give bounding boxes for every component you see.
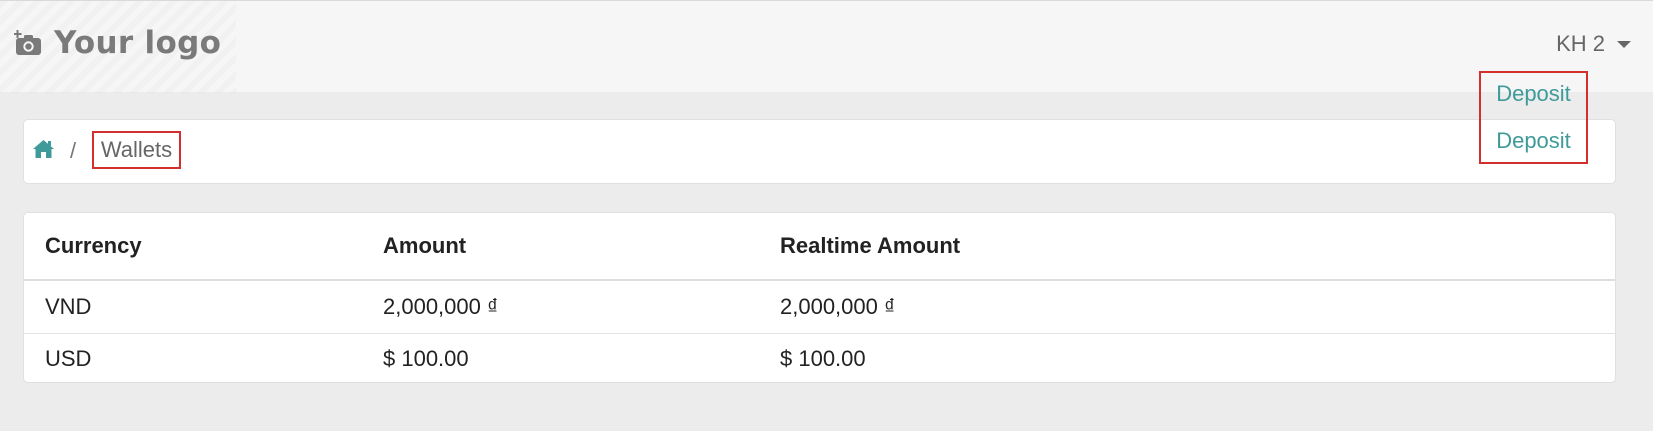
table-row: USD $ 100.00 $ 100.00	[24, 334, 1615, 382]
currency-cell: VND	[45, 294, 92, 319]
caret-down-icon	[1617, 40, 1631, 48]
wallets-table: Currency Amount Realtime Amount VND 2,00…	[23, 212, 1616, 383]
column-header-realtime-amount: Realtime Amount	[780, 233, 961, 258]
amount-cell: $ 100.00	[383, 346, 469, 371]
table-row: VND 2,000,000 ₫ 2,000,000 ₫	[24, 281, 1615, 334]
table-header-row: Currency Amount Realtime Amount	[24, 213, 1615, 281]
user-menu-dropdown[interactable]: KH 2	[1556, 31, 1631, 57]
amount-cell: 2,000,000 ₫	[383, 294, 499, 319]
logo-text: Your logo	[54, 25, 222, 61]
breadcrumb: / Wallets	[23, 119, 1616, 184]
currency-cell: USD	[45, 346, 92, 371]
deposit-link-usd[interactable]: Deposit	[1479, 118, 1588, 164]
user-menu-label: KH 2	[1556, 31, 1605, 56]
column-header-amount: Amount	[383, 233, 467, 258]
logo[interactable]: Your logo	[14, 25, 221, 61]
column-header-currency: Currency	[45, 233, 142, 258]
deposit-link-vnd[interactable]: Deposit	[1479, 71, 1588, 117]
top-navbar: Your logo KH 2	[0, 0, 1653, 93]
breadcrumb-current-wallets: Wallets	[92, 131, 181, 169]
camera-icon	[14, 29, 44, 57]
home-icon[interactable]	[33, 140, 54, 163]
realtime-amount-cell: 2,000,000 ₫	[780, 294, 896, 319]
breadcrumb-separator: /	[70, 138, 77, 163]
realtime-amount-cell: $ 100.00	[780, 346, 866, 371]
